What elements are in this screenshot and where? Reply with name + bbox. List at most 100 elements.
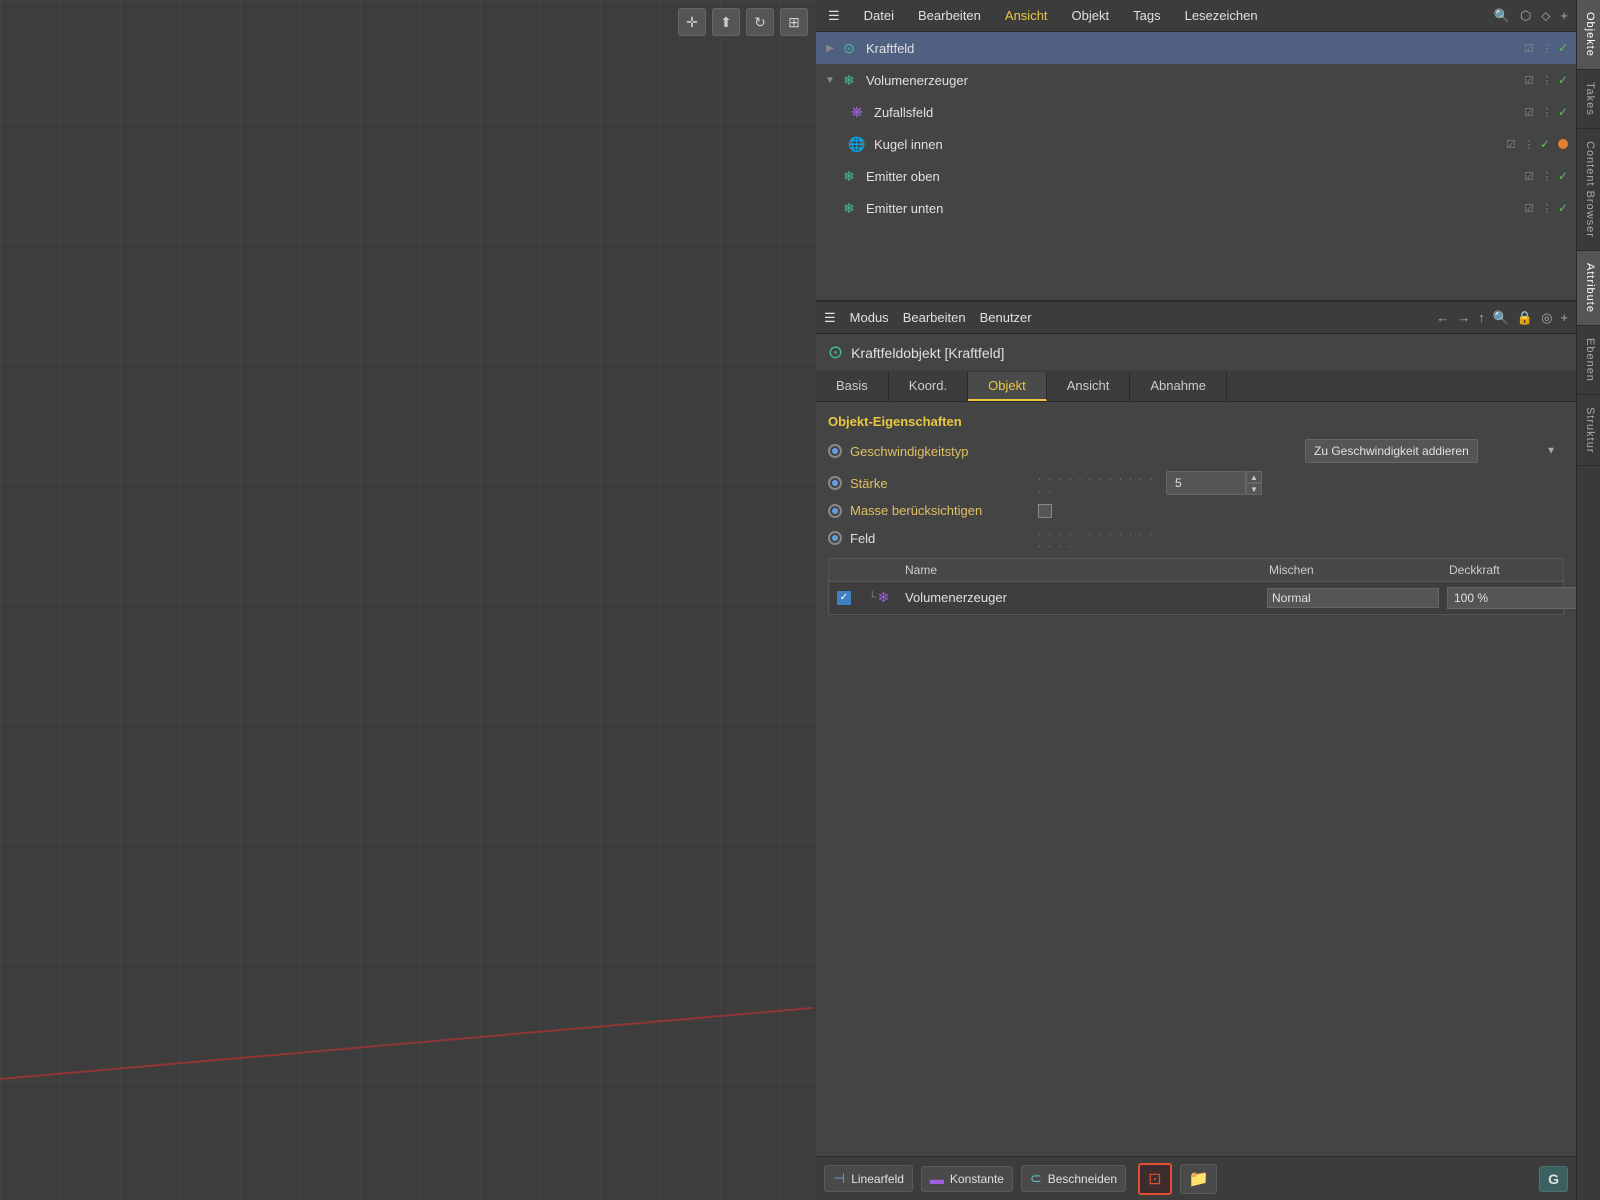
ctrl-check5[interactable]: ☑: [1522, 170, 1536, 183]
btn-konstante[interactable]: ▬ Konstante: [921, 1166, 1013, 1192]
volumenerzeuger-icon: ❄: [840, 71, 858, 89]
up-icon[interactable]: ⬆: [712, 8, 740, 36]
ctrl-green6[interactable]: ✓: [1558, 201, 1568, 215]
input-staerke[interactable]: [1166, 471, 1246, 495]
menu-tags[interactable]: Tags: [1129, 4, 1164, 27]
linearfeld-icon: ⊣: [833, 1170, 845, 1187]
tab-abnahme[interactable]: Abnahme: [1130, 372, 1227, 401]
prop-row-feld: Feld . . . . . . . . . . . . . . . . .: [828, 526, 1564, 550]
radio-staerke[interactable]: [828, 476, 842, 490]
konstante-icon: ▬: [930, 1171, 944, 1187]
ctrl-check1[interactable]: ☑: [1522, 42, 1536, 55]
sidebar-tab-struktur[interactable]: Struktur: [1577, 395, 1600, 467]
btn-tool2[interactable]: 📁: [1180, 1164, 1218, 1194]
ctrl-green5[interactable]: ✓: [1558, 169, 1568, 183]
ctrl-dots2[interactable]: ⋮: [1540, 74, 1554, 87]
emitter-oben-controls: ☑ ⋮ ✓: [1522, 169, 1568, 183]
attr-menu-icons-right: ← → ↑ 🔍 🔒 ◎ +: [1436, 310, 1568, 326]
attr-menu-modus[interactable]: Modus: [850, 310, 889, 325]
btn-active-tool[interactable]: ⊡: [1138, 1163, 1171, 1195]
viewport-toolbar: ✛ ⬆ ↻ ⊞: [678, 8, 808, 36]
ctrl-check3[interactable]: ☑: [1522, 106, 1536, 119]
btn-beschneiden[interactable]: ⊂ Beschneiden: [1021, 1165, 1126, 1192]
object-item-kraftfeld[interactable]: ▶ ⊙ Kraftfeld ☑ ⋮ ✓: [816, 32, 1576, 64]
radio-masse[interactable]: [828, 504, 842, 518]
attr-search-icon[interactable]: 🔍: [1493, 310, 1509, 326]
object-item-emitter-unten[interactable]: ❄ Emitter unten ☑ ⋮ ✓: [816, 192, 1576, 224]
viewport[interactable]: ✛ ⬆ ↻ ⊞: [0, 0, 816, 1200]
spinner-down-staerke[interactable]: ▼: [1246, 483, 1262, 495]
layout-icon[interactable]: ⊞: [780, 8, 808, 36]
header-col-icon: [859, 559, 899, 581]
back-icon[interactable]: ←: [1436, 310, 1449, 325]
blend-select-0[interactable]: Normal Addieren Subtrahieren: [1267, 588, 1439, 608]
menu-icons-right: 🔍 ⬡ ⬦ +: [1494, 8, 1568, 24]
object-item-volumenerzeuger[interactable]: ▼ ❄ Volumenerzeuger ☑ ⋮ ✓: [816, 64, 1576, 96]
forward-icon[interactable]: →: [1457, 310, 1470, 325]
field-row-blend-0: Normal Addieren Subtrahieren: [1263, 588, 1443, 608]
attr-menu-benutzer[interactable]: Benutzer: [980, 310, 1032, 325]
add-icon[interactable]: +: [1560, 8, 1568, 23]
sidebar-tab-objekte[interactable]: Objekte: [1577, 0, 1600, 70]
label-geschwindigkeit: Geschwindigkeitstyp: [850, 444, 1030, 459]
ctrl-green3[interactable]: ✓: [1558, 105, 1568, 119]
ctrl-check6[interactable]: ☑: [1522, 202, 1536, 215]
ctrl-dots3[interactable]: ⋮: [1540, 106, 1554, 119]
sidebar-tab-takes[interactable]: Takes: [1577, 70, 1600, 129]
sidebar-tab-content-browser[interactable]: Content Browser: [1577, 129, 1600, 251]
move-icon[interactable]: ✛: [678, 8, 706, 36]
tab-koord[interactable]: Koord.: [889, 372, 968, 401]
object-item-emitter-oben[interactable]: ❄ Emitter oben ☑ ⋮ ✓: [816, 160, 1576, 192]
menu-lesezeichen[interactable]: Lesezeichen: [1181, 4, 1262, 27]
obj-header-icon: ⊙: [828, 342, 843, 363]
ctrl-check2[interactable]: ☑: [1522, 74, 1536, 87]
field-row-opacity-0: [1443, 587, 1563, 609]
tab-basis[interactable]: Basis: [816, 372, 889, 401]
refresh-icon[interactable]: ↻: [746, 8, 774, 36]
menu-ansicht[interactable]: Ansicht: [1001, 4, 1052, 27]
konstante-label: Konstante: [950, 1172, 1004, 1186]
attr-menu-bearbeiten[interactable]: Bearbeiten: [903, 310, 966, 325]
btn-g[interactable]: G: [1539, 1166, 1568, 1192]
ctrl-green4[interactable]: ✓: [1540, 137, 1550, 151]
attr-menu-icon[interactable]: ☰: [824, 310, 836, 326]
field-checkbox-0[interactable]: ✓: [837, 591, 851, 605]
ctrl-green2[interactable]: ✓: [1558, 73, 1568, 87]
field-table: Name Mischen Deckkraft ✓ └ ❄ Volumenerze…: [828, 558, 1564, 615]
search-icon[interactable]: 🔍: [1494, 8, 1510, 24]
sidebar-tab-attribute[interactable]: Attribute: [1577, 251, 1600, 326]
attr-add-icon[interactable]: +: [1560, 310, 1568, 325]
tab-ansicht[interactable]: Ansicht: [1047, 372, 1131, 401]
tab-objekt[interactable]: Objekt: [968, 372, 1047, 401]
menu-bearbeiten[interactable]: Bearbeiten: [914, 4, 985, 27]
radio-feld[interactable]: [828, 531, 842, 545]
object-item-kugel-innen[interactable]: 🌐 Kugel innen ☑ ⋮ ✓: [816, 128, 1576, 160]
menu-datei[interactable]: Datei: [860, 4, 898, 27]
select-geschwindigkeit[interactable]: Zu Geschwindigkeit addieren Geschwindigk…: [1305, 439, 1478, 463]
sidebar-tab-ebenen[interactable]: Ebenen: [1577, 326, 1600, 395]
top-menu-bar: ☰ Datei Bearbeiten Ansicht Objekt Tags L…: [816, 0, 1576, 32]
radio-geschwindigkeit[interactable]: [828, 444, 842, 458]
hierarchy-icon[interactable]: ⬡: [1520, 8, 1531, 24]
ctrl-dots5[interactable]: ⋮: [1540, 170, 1554, 183]
btn-linearfeld[interactable]: ⊣ Linearfeld: [824, 1165, 913, 1192]
up-nav-icon[interactable]: ↑: [1478, 310, 1485, 325]
opacity-input-0[interactable]: [1447, 587, 1576, 609]
field-row-name-0: Volumenerzeuger: [899, 590, 1263, 605]
circle-icon[interactable]: ◎: [1541, 310, 1552, 326]
ctrl-dots6[interactable]: ⋮: [1540, 202, 1554, 215]
ctrl-dots4[interactable]: ⋮: [1522, 138, 1536, 151]
ctrl-dots1[interactable]: ⋮: [1540, 42, 1554, 55]
lock-icon[interactable]: 🔒: [1517, 310, 1533, 326]
kugel-icon: 🌐: [848, 135, 866, 153]
checkbox-masse[interactable]: [1038, 504, 1052, 518]
ctrl-check4[interactable]: ☑: [1504, 138, 1518, 151]
emitter-unten-icon: ❄: [840, 199, 858, 217]
menu-icon[interactable]: ☰: [824, 4, 844, 28]
object-item-zufallsfeld[interactable]: ❋ Zufallsfeld ☑ ⋮ ✓: [816, 96, 1576, 128]
spinner-up-staerke[interactable]: ▲: [1246, 471, 1262, 483]
filter-icon[interactable]: ⬦: [1541, 8, 1550, 24]
ctrl-green1[interactable]: ✓: [1558, 41, 1568, 55]
menu-objekt[interactable]: Objekt: [1068, 4, 1114, 27]
dots-staerke: . . . . . . . . . . . . . .: [1038, 471, 1158, 495]
